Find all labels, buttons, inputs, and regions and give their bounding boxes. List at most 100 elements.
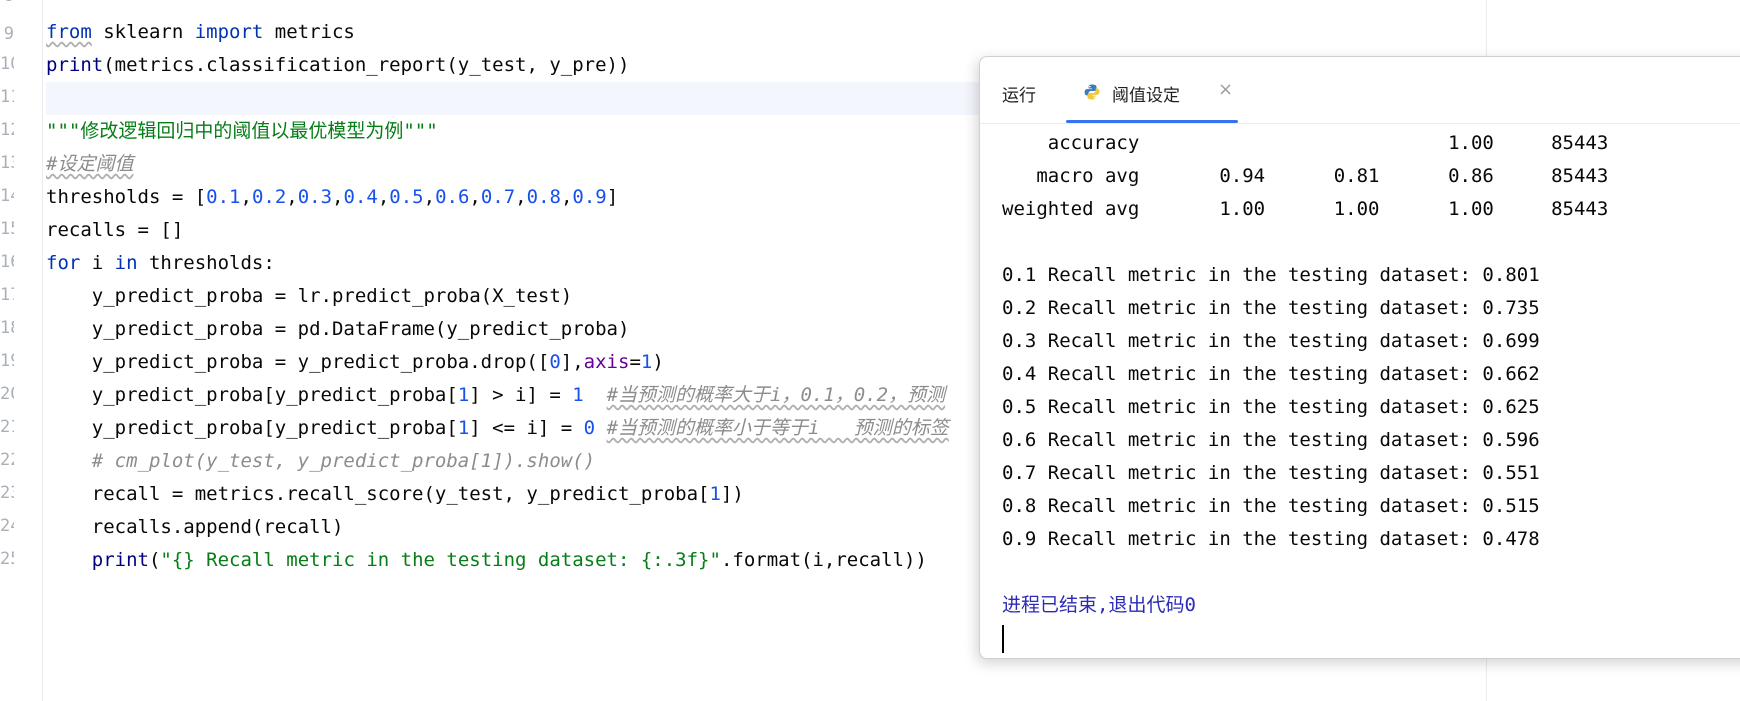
code-line[interactable]: """修改逻辑回归中的阈值以最优模型为例""" (46, 115, 438, 148)
console-line: weighted avg 1.00 1.00 1.00 85443 (1002, 198, 1609, 220)
console-line: 0.7 Recall metric in the testing dataset… (1002, 462, 1540, 484)
code-token: 0.6 (435, 186, 470, 208)
code-token: thresholds = [ (46, 186, 207, 208)
code-line[interactable]: thresholds = [0.1,0.2,0.3,0.4,0.5,0.6,0.… (46, 181, 618, 214)
code-line[interactable]: for i in thresholds: (46, 247, 275, 280)
code-token: ], (560, 351, 584, 373)
code-line[interactable]: y_predict_proba = y_predict_proba.drop([… (46, 346, 664, 379)
console-line: 0.2 Recall metric in the testing dataset… (1002, 297, 1540, 319)
code-token: 0.3 (297, 186, 333, 208)
code-token: y_predict_proba[y_predict_proba[ (46, 384, 458, 406)
run-tab-bar: 运行 阈值设定 × (980, 57, 1740, 124)
line-number: 14 (0, 186, 14, 206)
line-number: 16 (0, 252, 14, 272)
active-tab-indicator (1066, 120, 1238, 123)
code-token: .format(i,recall)) (720, 549, 927, 571)
code-token: , (469, 186, 481, 208)
tab-label: 阈值设定 (1112, 86, 1180, 106)
code-token: for (46, 252, 81, 274)
run-tool-window[interactable]: 运行 阈值设定 × accuracy 1.00 85443 macro avg … (979, 56, 1740, 659)
code-token: 0.8 (526, 186, 561, 208)
line-number: 24 (0, 516, 14, 536)
code-line[interactable]: recalls.append(recall) (46, 511, 344, 544)
line-number: 8 (0, 0, 14, 6)
line-number: 20 (0, 384, 14, 404)
code-token: recall = metrics.recall_score(y_test, y_… (46, 483, 710, 505)
code-token: recalls.append(recall) (46, 516, 344, 538)
process-exit-message: 进程已结束,退出代码0 (1002, 594, 1196, 616)
code-line[interactable]: # cm_plot(y_test, y_predict_proba[1]).sh… (46, 445, 595, 478)
code-line[interactable]: recalls = [] (46, 214, 183, 247)
code-token: , (377, 186, 390, 208)
code-token: print (91, 549, 149, 571)
code-token: print (46, 54, 104, 76)
code-line[interactable]: y_predict_proba = pd.DataFrame(y_predict… (46, 313, 630, 346)
console-line: 0.1 Recall metric in the testing dataset… (1002, 264, 1540, 286)
code-token: axis (583, 351, 630, 373)
line-number: 11 (0, 87, 14, 107)
code-token: i (80, 252, 115, 274)
code-line[interactable]: print("{} Recall metric in the testing d… (46, 544, 927, 577)
code-token: ]) (720, 483, 744, 505)
code-token: metrics (263, 21, 355, 43)
line-number: 13 (0, 153, 14, 173)
code-token: , (286, 186, 298, 208)
line-number: 25 (0, 549, 14, 569)
console-line: 0.4 Recall metric in the testing dataset… (1002, 363, 1540, 385)
code-token: 1 (640, 351, 653, 373)
code-token: y_predict_proba = y_predict_proba.drop([ (46, 351, 550, 373)
line-number-gutter: 8 9 10 11 12 13 14 15 16 17 18 19 20 21 … (0, 0, 43, 701)
line-number: 17 (0, 285, 14, 305)
code-token: 0.5 (389, 186, 424, 208)
line-number: 10 (0, 54, 14, 74)
code-token: """修改逻辑回归中的阈值以最优模型为例""" (46, 120, 438, 142)
tab-threshold-setting[interactable]: 阈值设定 × (1066, 57, 1238, 123)
code-line[interactable]: from sklearn import metrics (46, 16, 355, 49)
code-token: y_predict_proba = lr.predict_proba(X_tes… (46, 285, 573, 307)
line-number: 19 (0, 351, 14, 371)
code-token: "{} Recall metric in the testing dataset… (160, 549, 721, 571)
code-token: 0.9 (572, 186, 607, 208)
code-token: thresholds: (137, 252, 275, 274)
code-token: 0 (549, 351, 561, 373)
tab-run[interactable]: 运行 (1002, 81, 1036, 106)
console-line: 0.6 Recall metric in the testing dataset… (1002, 429, 1540, 451)
code-token: 0.2 (251, 186, 287, 208)
console-line: 0.5 Recall metric in the testing dataset… (1002, 396, 1540, 418)
code-line[interactable]: print(metrics.classification_report(y_te… (46, 49, 629, 82)
code-line[interactable]: y_predict_proba[y_predict_proba[1] > i] … (46, 379, 945, 412)
code-line[interactable]: recall = metrics.recall_score(y_test, y_… (46, 478, 744, 511)
console-line: 0.8 Recall metric in the testing dataset… (1002, 495, 1540, 517)
code-token: , (423, 186, 436, 208)
code-line[interactable]: y_predict_proba = lr.predict_proba(X_tes… (46, 280, 572, 313)
code-token: y_predict_proba = pd.DataFrame(y_predict… (46, 318, 630, 340)
code-token: 1 (457, 417, 470, 439)
code-token: 0.7 (480, 186, 516, 208)
line-number: 12 (0, 120, 14, 140)
console-line: 0.9 Recall metric in the testing dataset… (1002, 528, 1540, 550)
code-token: , (332, 186, 344, 208)
code-token: , (515, 186, 527, 208)
code-token: recalls = [] (46, 219, 184, 241)
code-token: 1 (572, 384, 584, 406)
console-line: accuracy 1.00 85443 (1002, 132, 1609, 154)
code-token: from (46, 21, 92, 43)
code-token: # cm_plot(y_test, y_predict_proba[1]).sh… (46, 450, 596, 472)
code-line[interactable]: #设定阈值 (46, 148, 133, 181)
code-token: #设定阈值 (46, 153, 134, 175)
console-line: 0.3 Recall metric in the testing dataset… (1002, 330, 1540, 352)
line-number: 9 (3, 24, 14, 44)
code-token: 0.1 (206, 186, 241, 208)
code-token: 1 (457, 384, 470, 406)
line-number: 23 (0, 483, 14, 503)
close-icon[interactable]: × (1218, 79, 1233, 100)
python-icon (1084, 84, 1100, 100)
code-token: ] (606, 186, 619, 208)
code-token: #当预测的概率小于等于i 预测的标签 (606, 417, 949, 439)
code-token: , (560, 186, 573, 208)
code-token: ] <= i] = (469, 417, 584, 439)
code-line[interactable]: y_predict_proba[y_predict_proba[1] <= i]… (46, 412, 949, 445)
